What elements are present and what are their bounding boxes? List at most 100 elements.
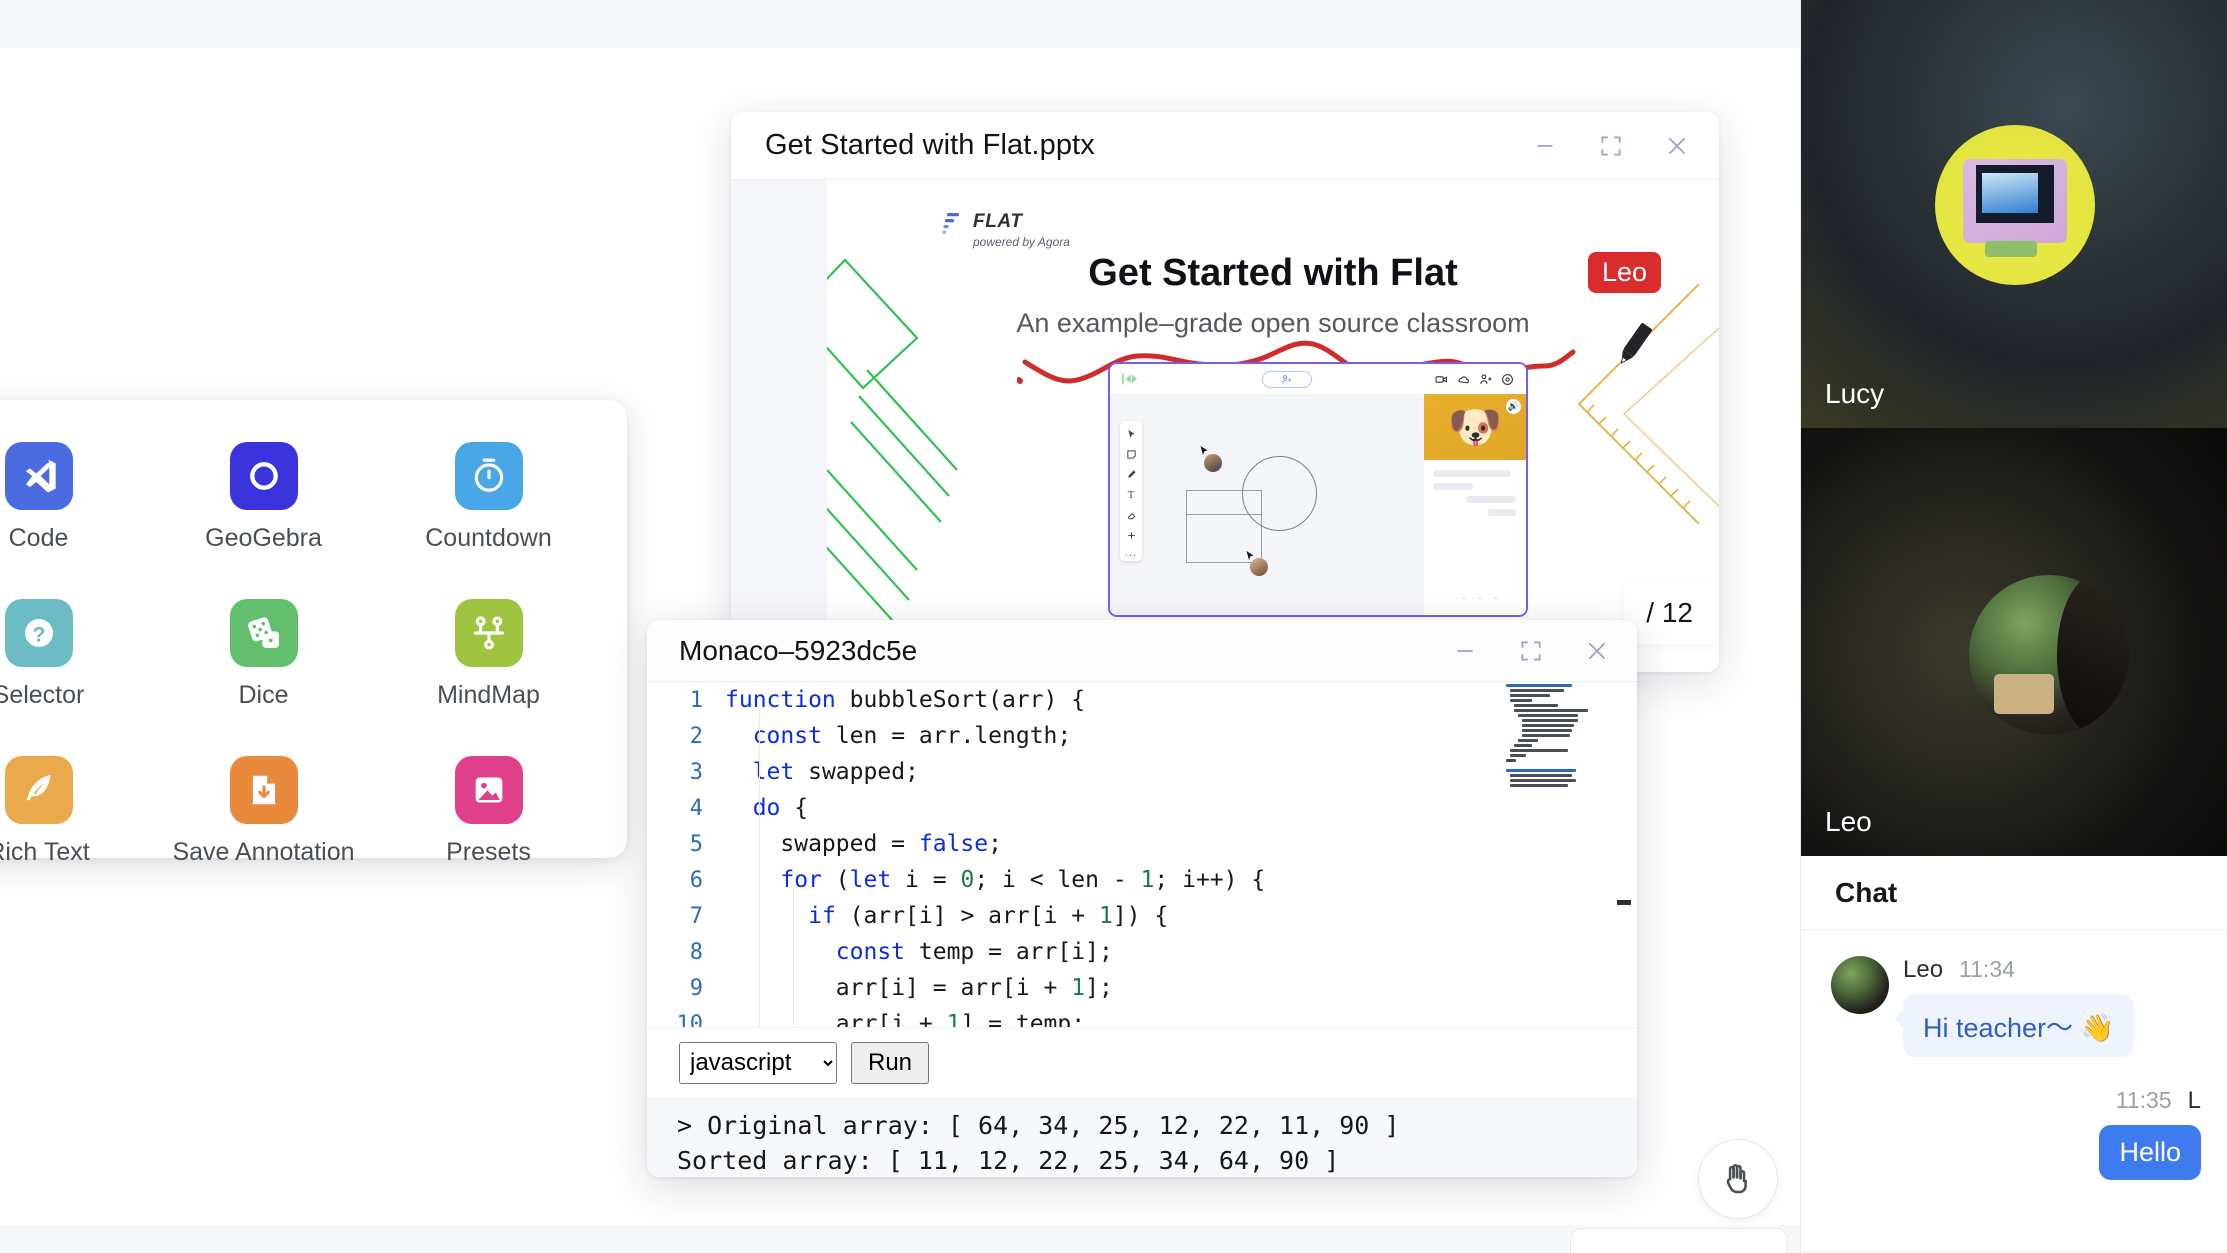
run-button[interactable]: Run [851, 1041, 930, 1084]
flat-logo-name: FLAT [973, 211, 1023, 232]
text-tool-icon: T [1127, 489, 1135, 501]
line-number: 5 [689, 831, 703, 857]
bottom-toolbar[interactable] [1570, 1228, 1788, 1253]
video-tile-leo[interactable]: Leo [1801, 428, 2227, 856]
flat-logo-sub: powered by Agora [973, 235, 1070, 249]
slide-title: Get Started with Flat [1088, 252, 1458, 294]
app-item-presets[interactable]: Presets [376, 756, 601, 867]
eraser-icon [1127, 512, 1135, 520]
sticky-note-icon [1126, 450, 1136, 459]
code-text: for (let i = 0; i < len - 1; i++) { [780, 867, 1266, 893]
top-strip [0, 0, 1800, 48]
flat-mark-icon [942, 213, 959, 234]
bottom-strip [0, 1225, 1800, 1253]
monaco-window: Monaco–5923dc5e 1 function bubbleSort(arr… [647, 620, 1637, 1177]
video-tile-name: Lucy [1825, 378, 1885, 409]
code-text: arr[i + 1] = temp; [835, 1011, 1086, 1027]
remote-cursor-avatar-b [1250, 558, 1268, 576]
chat-bubble: Hi teacher～ 👋 [1893, 994, 2135, 1057]
indent-guide [793, 889, 794, 1027]
flat-logo: FLAT powered by Agora [942, 212, 1070, 249]
app-item-countdown[interactable]: Countdown [376, 442, 601, 553]
presenter-tag: Leo [1587, 252, 1661, 294]
embed-top-icons [1435, 373, 1514, 386]
avatar [1968, 574, 2129, 735]
apps-popover: Code GeoGebra Countdown ? Selector Dice … [0, 400, 627, 866]
close-icon[interactable] [1645, 121, 1709, 171]
code-line: 7 if (arr[i] > arr[i + 1]) { [647, 898, 1637, 934]
minimize-icon[interactable] [1433, 626, 1497, 676]
app-label: GeoGebra [205, 524, 322, 552]
skeleton-line [1466, 496, 1516, 503]
chat-message-meta: 11:35 L [2099, 1087, 2201, 1115]
app-item-dice[interactable]: Dice [151, 599, 376, 710]
chat-author: L [2187, 1087, 2201, 1114]
vscode-icon [4, 442, 73, 510]
app-label: MindMap [437, 681, 540, 709]
app-item-selector[interactable]: ? Selector [0, 599, 151, 710]
dog-photo: 🐶 [1447, 403, 1503, 453]
code-line: 10 arr[i + 1] = temp; [647, 1006, 1637, 1027]
app-label: Selector [0, 681, 85, 709]
code-text: do { [752, 795, 809, 821]
avatar [1831, 956, 1889, 1014]
slide-canvas[interactable]: FLAT powered by Agora Get Started with F… [827, 180, 1719, 672]
console-line: > Original array: [ 64, 34, 25, 12, 22, … [677, 1111, 1400, 1140]
rich-text-icon [4, 756, 73, 824]
raise-hand-button[interactable] [1698, 1139, 1778, 1219]
app-label: Code [8, 524, 69, 552]
line-number: 8 [689, 939, 703, 965]
presets-icon [454, 756, 523, 824]
language-select[interactable]: javascript [679, 1041, 837, 1084]
chat-message-meta: Leo 11:34 [1903, 956, 2134, 984]
code-text: function bubbleSort(arr) { [725, 687, 1086, 713]
svg-text:?: ? [32, 621, 45, 646]
video-tile-lucy[interactable]: Lucy [1801, 0, 2227, 428]
app-item-save-annotation[interactable]: Save Annotation [151, 756, 376, 867]
app-item-geogebra[interactable]: GeoGebra [151, 442, 376, 553]
pptx-window-controls [1513, 121, 1709, 171]
apps-grid: Code GeoGebra Countdown ? Selector Dice … [0, 442, 627, 867]
editor-scrollbar-thumb[interactable] [1617, 900, 1631, 905]
pointer-icon [1127, 429, 1135, 439]
app-label: Presets [446, 838, 531, 866]
speaker-icon: 🔊 [1506, 399, 1521, 414]
monaco-window-title: Monaco–5923dc5e [679, 634, 918, 666]
code-line: 9 arr[i] = arr[i + 1]; [647, 970, 1637, 1006]
editor-scrollbar-track[interactable] [1617, 682, 1631, 1027]
chat-header: Chat [1801, 856, 2227, 930]
line-number: 7 [689, 903, 703, 929]
app-root: Code GeoGebra Countdown ? Selector Dice … [0, 0, 2227, 1253]
app-item-rich-text[interactable]: Rich Text [0, 756, 151, 867]
selector-icon: ? [4, 599, 73, 667]
minimize-icon[interactable] [1513, 121, 1577, 171]
embed-tool-rail: T ··· [1120, 421, 1142, 561]
pptx-title-bar[interactable]: Get Started with Flat.pptx [731, 112, 1719, 180]
maximize-icon[interactable] [1579, 121, 1643, 171]
code-text: const len = arr.length; [752, 723, 1072, 749]
maximize-icon[interactable] [1499, 626, 1563, 676]
app-item-mindmap[interactable]: MindMap [376, 599, 601, 710]
app-label: Save Annotation [172, 838, 355, 866]
hand-tool-pill [1261, 370, 1312, 388]
pptx-window-title: Get Started with Flat.pptx [765, 129, 1095, 161]
embed-side-panel: 🐶 🔊 · · · [1424, 394, 1526, 615]
code-text: swapped = false; [780, 831, 1002, 857]
chat-time: 11:35 [2115, 1087, 2172, 1113]
line-number: 2 [689, 723, 703, 749]
mindmap-icon [454, 599, 523, 667]
close-icon[interactable] [1565, 626, 1629, 676]
chat-time: 11:34 [1959, 956, 2015, 982]
monaco-title-bar[interactable]: Monaco–5923dc5e [647, 620, 1637, 682]
skeleton-line [1433, 483, 1473, 490]
code-editor[interactable]: 1 function bubbleSort(arr) {2 const len =… [647, 682, 1637, 1027]
console-output: > Original array: [ 64, 34, 25, 12, 22, … [647, 1097, 1637, 1177]
app-item-code[interactable]: Code [0, 442, 151, 553]
chat-message-incoming: Leo 11:34 Hi teacher～ 👋 [1831, 956, 2201, 1057]
pptx-side-rail [731, 180, 827, 672]
plus-icon [1127, 532, 1135, 539]
editor-minimap[interactable] [1501, 682, 1613, 1027]
line-number: 4 [689, 795, 703, 821]
countdown-icon [454, 442, 523, 510]
cloud-icon [1458, 375, 1469, 383]
